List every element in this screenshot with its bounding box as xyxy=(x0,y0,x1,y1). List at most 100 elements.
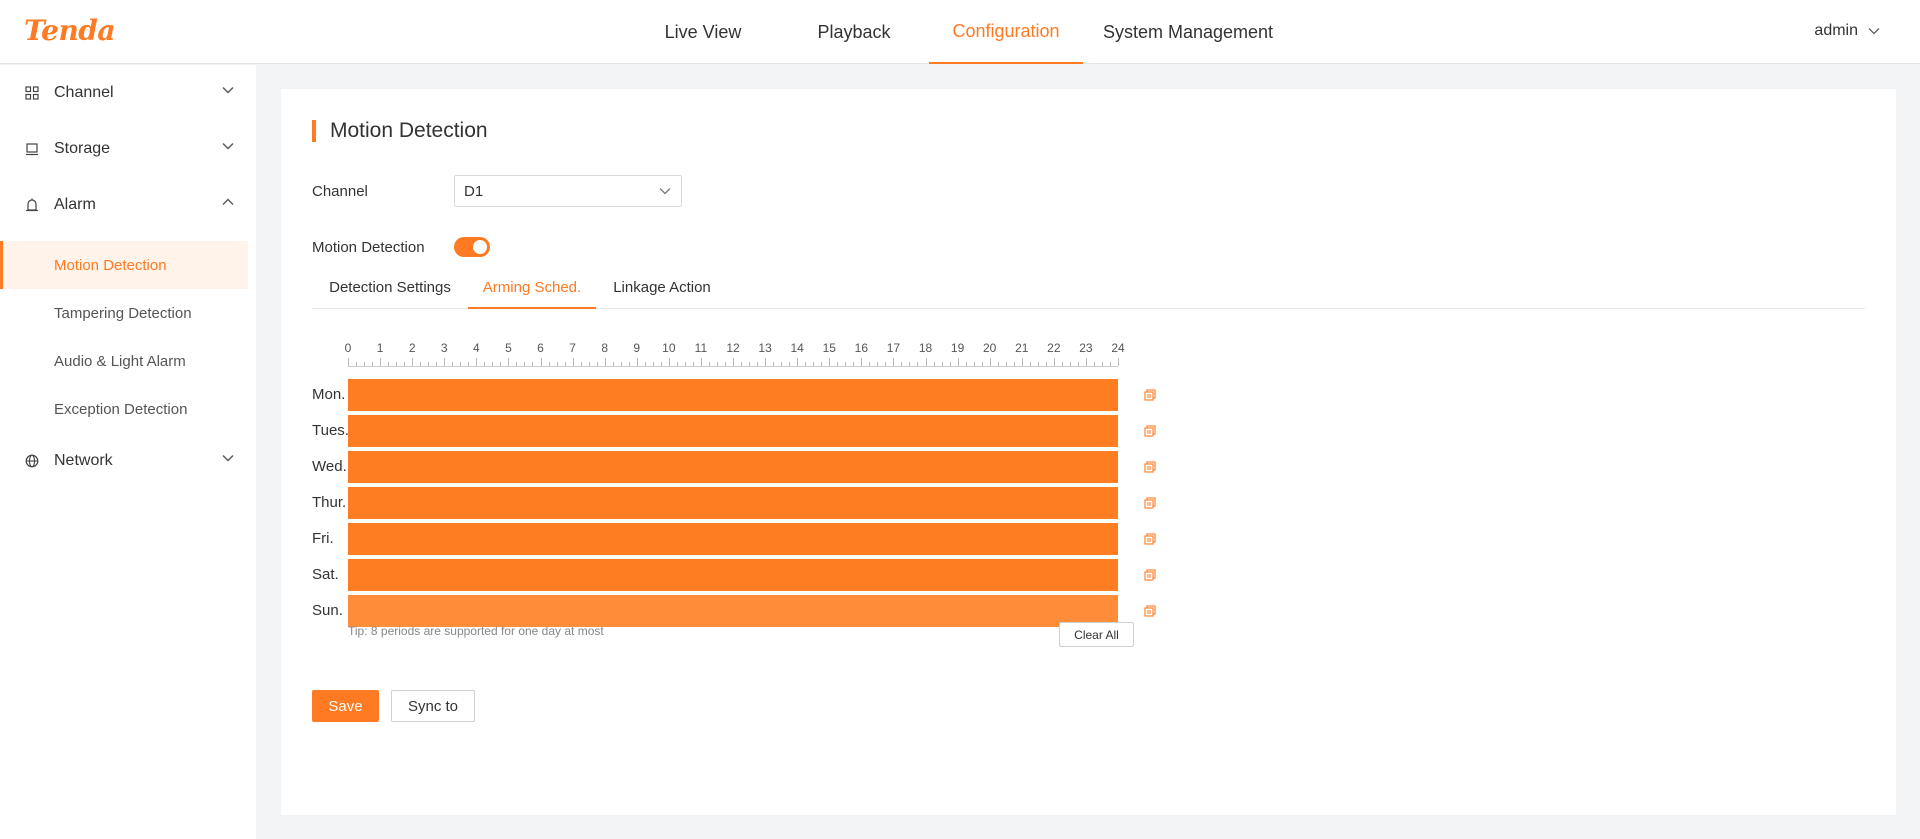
tab-detection-settings[interactable]: Detection Settings xyxy=(312,277,468,309)
ruler-tick xyxy=(684,362,686,366)
copy-icon[interactable] xyxy=(1144,605,1156,617)
hour-label: 14 xyxy=(790,341,804,355)
schedule-track[interactable] xyxy=(348,559,1118,591)
schedule-track[interactable] xyxy=(348,487,1118,519)
day-label: Fri. xyxy=(312,530,334,547)
chevron-down-icon xyxy=(222,87,234,94)
ruler-tick xyxy=(797,358,799,366)
ruler-tick xyxy=(668,358,670,366)
copy-icon[interactable] xyxy=(1144,569,1156,581)
ruler-tick xyxy=(492,362,494,366)
ruler-tick xyxy=(628,362,630,366)
copy-icon[interactable] xyxy=(1144,425,1156,437)
copy-icon[interactable] xyxy=(1144,533,1156,545)
schedule-period[interactable] xyxy=(348,451,1118,483)
hour-label: 1 xyxy=(376,341,384,355)
ruler-tick xyxy=(741,362,743,366)
sidebar-item-exception-detection[interactable]: Exception Detection xyxy=(0,385,248,433)
hour-label: 4 xyxy=(472,341,480,355)
ruler-tick xyxy=(821,362,823,366)
sidebar-group-alarm[interactable]: Alarm xyxy=(0,177,256,233)
nav-playback[interactable]: Playback xyxy=(800,0,908,64)
schedule-period[interactable] xyxy=(348,523,1118,555)
sidebar-group-label: Channel xyxy=(54,84,114,101)
schedule-track[interactable] xyxy=(348,379,1118,411)
schedule-track[interactable] xyxy=(348,451,1118,483)
schedule-period[interactable] xyxy=(348,595,1118,627)
sidebar-item-tampering-detection[interactable]: Tampering Detection xyxy=(0,289,248,337)
ruler-tick xyxy=(1029,362,1031,366)
ruler-tick xyxy=(524,362,526,366)
tab-arming-schedule[interactable]: Arming Sched. xyxy=(468,277,596,309)
hour-label: 12 xyxy=(726,341,740,355)
channel-select[interactable]: D1 xyxy=(454,175,682,207)
nav-live-view[interactable]: Live View xyxy=(650,0,756,64)
chevron-up-icon xyxy=(222,198,234,205)
chevron-down-icon xyxy=(222,455,234,462)
hour-label: 2 xyxy=(408,341,416,355)
ruler-tick xyxy=(652,362,654,366)
ruler-tick xyxy=(917,362,919,366)
ruler-tick xyxy=(556,362,558,366)
copy-icon[interactable] xyxy=(1144,497,1156,509)
ruler-tick xyxy=(949,362,951,366)
ruler-tick xyxy=(676,362,678,366)
ruler-tick xyxy=(965,362,967,366)
schedule-track[interactable] xyxy=(348,523,1118,555)
ruler-tick xyxy=(733,358,734,366)
brand-logo[interactable]: Tenda xyxy=(24,14,116,47)
hour-label: 3 xyxy=(440,341,448,355)
channel-label: Channel xyxy=(312,183,368,200)
copy-icon[interactable] xyxy=(1144,461,1156,473)
tab-linkage-action[interactable]: Linkage Action xyxy=(596,277,728,309)
schedule-period[interactable] xyxy=(348,487,1118,519)
ruler-tick xyxy=(757,362,759,366)
nav-configuration[interactable]: Configuration xyxy=(929,0,1083,64)
schedule-period[interactable] xyxy=(348,559,1118,591)
motion-detection-label: Motion Detection xyxy=(312,239,425,256)
clear-all-button[interactable]: Clear All xyxy=(1059,622,1134,647)
day-label: Thur. xyxy=(312,494,347,511)
ruler-tick xyxy=(981,362,983,366)
ruler-tick xyxy=(588,362,590,366)
hour-label: 17 xyxy=(886,341,901,355)
ruler-tick xyxy=(428,362,430,366)
ruler-tick xyxy=(853,362,855,366)
copy-icon[interactable] xyxy=(1144,389,1156,401)
top-bar: Tenda Live View Playback Configuration S… xyxy=(0,0,1920,64)
ruler-tick xyxy=(604,358,606,366)
ruler-tick xyxy=(564,362,566,366)
schedule-row-fri: Fri. xyxy=(312,523,1182,555)
sidebar-item-motion-detection[interactable]: Motion Detection xyxy=(0,241,248,289)
ruler-tick xyxy=(1118,358,1119,366)
sidebar-item-audio-light-alarm[interactable]: Audio & Light Alarm xyxy=(0,337,248,385)
save-button[interactable]: Save xyxy=(312,690,379,722)
ruler-tick xyxy=(765,358,767,366)
ruler-tick xyxy=(540,358,542,366)
schedule-period[interactable] xyxy=(348,415,1118,447)
sidebar-group-channel[interactable]: Channel xyxy=(0,65,256,121)
schedule-period[interactable] xyxy=(348,379,1118,411)
day-label: Sun. xyxy=(312,602,343,619)
hour-label: 23 xyxy=(1079,341,1093,355)
user-menu[interactable]: admin xyxy=(1814,22,1880,40)
hour-scale: 0 1 2 3 4 5 6 7 8 9 10 11 12 13 14 15 16 17 18 19 20 21 22 23 24 xyxy=(345,341,1125,371)
ruler-tick xyxy=(572,358,574,366)
ruler-tick xyxy=(781,362,783,366)
ruler-tick xyxy=(396,362,398,366)
sidebar-group-network[interactable]: Network xyxy=(0,433,256,489)
sidebar-group-storage[interactable]: Storage xyxy=(0,121,256,177)
ruler-tick xyxy=(420,362,422,366)
sync-to-button[interactable]: Sync to xyxy=(391,690,475,722)
ruler-tick xyxy=(989,358,991,366)
hour-label: 6 xyxy=(537,341,544,355)
ruler-tick xyxy=(1109,362,1111,366)
ruler-tick xyxy=(1005,362,1007,366)
hour-ruler xyxy=(348,358,1119,367)
motion-detection-toggle[interactable] xyxy=(454,237,490,257)
schedule-track[interactable] xyxy=(348,415,1118,447)
ruler-tick xyxy=(861,358,863,366)
nav-system-management[interactable]: System Management xyxy=(1095,0,1281,64)
ruler-tick xyxy=(388,362,390,366)
schedule-track[interactable] xyxy=(348,595,1118,627)
